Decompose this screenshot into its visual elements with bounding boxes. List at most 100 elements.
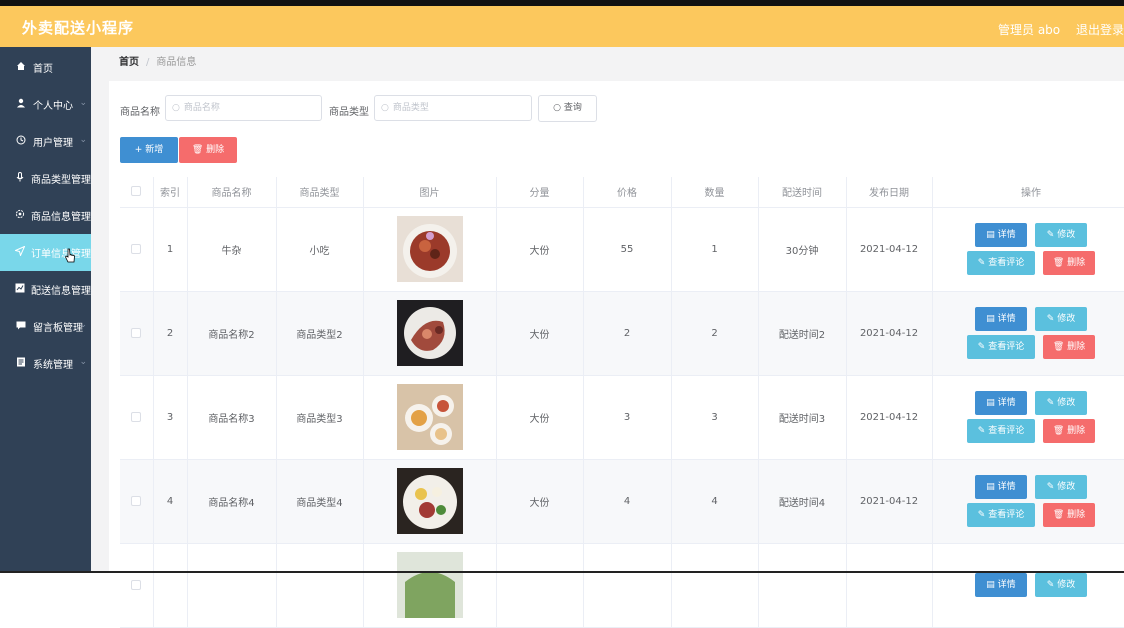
- product-type-input[interactable]: ○ 商品类型: [374, 95, 532, 121]
- logout-link[interactable]: 退出登录: [1076, 23, 1124, 37]
- product-type-label: 商品类型: [329, 107, 369, 118]
- sidebar-item-label: 商品类型管理: [31, 175, 91, 186]
- cell-index: [153, 543, 188, 628]
- document-icon: [15, 357, 27, 370]
- delete-button[interactable]: 🗑 删除: [1043, 335, 1095, 359]
- chart-icon: [15, 283, 25, 296]
- cell-portion: 大份: [496, 375, 584, 460]
- chevron-down-icon: ⌄: [79, 135, 87, 145]
- checkbox[interactable]: [131, 243, 142, 254]
- checkbox[interactable]: [131, 186, 142, 197]
- row-select[interactable]: [120, 459, 154, 544]
- cell-portion: 大份: [496, 459, 584, 544]
- query-button[interactable]: ○ 查询: [538, 95, 597, 122]
- table-row: ▤ 详情 ✎ 修改: [120, 543, 1124, 628]
- checkbox[interactable]: [131, 495, 142, 506]
- header-qty: 数量: [671, 177, 759, 208]
- sidebar-item-products[interactable]: 商品信息管理: [0, 197, 91, 234]
- sidebar-item-label: 留言板管理: [33, 323, 83, 334]
- cell-operations: ▤ 详情 ✎ 修改 ✎ 查看评论 🗑 删除: [932, 375, 1124, 460]
- delete-button[interactable]: 🗑 删除: [1043, 419, 1095, 443]
- mouse-cursor-icon: [65, 248, 75, 263]
- sidebar-item-home[interactable]: 首页: [0, 49, 91, 86]
- pencil-icon: ✎: [977, 258, 989, 268]
- detail-button[interactable]: ▤ 详情: [975, 223, 1027, 247]
- document-icon: ▤: [986, 314, 998, 324]
- sidebar-item-product-types[interactable]: 商品类型管理: [0, 160, 91, 197]
- cell-price: [583, 543, 672, 628]
- search-icon: ○: [172, 103, 180, 113]
- mic-icon: [15, 172, 25, 185]
- delete-button[interactable]: 🗑 删除: [1043, 503, 1095, 527]
- sidebar-item-label: 个人中心: [33, 101, 73, 112]
- table-row: 3 商品名称3 商品类型3 大份 3 3 配送时间3 2021-04-12 ▤ …: [120, 375, 1124, 460]
- pencil-icon: ✎: [1046, 230, 1058, 240]
- view-reviews-button[interactable]: ✎ 查看评论: [967, 251, 1035, 275]
- food-thumbnail[interactable]: [396, 552, 463, 618]
- checkbox[interactable]: [131, 411, 142, 422]
- edit-button[interactable]: ✎ 修改: [1035, 307, 1087, 331]
- review-label: 查看评论: [988, 258, 1025, 268]
- cell-portion: 大份: [496, 291, 584, 376]
- gear-icon: [15, 209, 25, 222]
- message-icon: [15, 320, 27, 333]
- view-reviews-button[interactable]: ✎ 查看评论: [967, 503, 1035, 527]
- row-select[interactable]: [120, 207, 154, 292]
- delete-row-label: 删除: [1067, 510, 1086, 520]
- food-thumbnail[interactable]: [396, 300, 463, 366]
- detail-label: 详情: [997, 314, 1016, 324]
- edit-button[interactable]: ✎ 修改: [1035, 573, 1087, 597]
- document-icon: ▤: [986, 230, 998, 240]
- sidebar-item-label: 商品信息管理: [31, 212, 91, 223]
- edit-button[interactable]: ✎ 修改: [1035, 223, 1087, 247]
- clock-icon: [15, 135, 27, 148]
- product-name-input[interactable]: ○ 商品名称: [165, 95, 322, 121]
- cell-delivery-time: 配送时间3: [758, 375, 847, 460]
- detail-label: 详情: [997, 580, 1016, 590]
- sidebar-item-profile[interactable]: 个人中心 ⌄: [0, 86, 91, 123]
- detail-label: 详情: [997, 398, 1016, 408]
- sidebar-item-delivery[interactable]: 配送信息管理: [0, 271, 91, 308]
- header-delivery-time: 配送时间: [758, 177, 847, 208]
- sidebar-item-messages[interactable]: 留言板管理 ⌄: [0, 308, 91, 345]
- cell-date: [846, 543, 933, 628]
- food-thumbnail[interactable]: [396, 384, 463, 450]
- view-reviews-button[interactable]: ✎ 查看评论: [967, 419, 1035, 443]
- cell-qty: 3: [671, 375, 759, 460]
- header-price: 价格: [583, 177, 672, 208]
- delete-button[interactable]: 🗑 删除: [1043, 251, 1095, 275]
- header-user-area: 管理员 abo 退出登录: [986, 21, 1124, 38]
- add-button[interactable]: + 新增: [120, 137, 178, 163]
- cell-index: 3: [153, 375, 188, 460]
- detail-button[interactable]: ▤ 详情: [975, 573, 1027, 597]
- cell-delivery-time: 配送时间4: [758, 459, 847, 544]
- edit-button[interactable]: ✎ 修改: [1035, 475, 1087, 499]
- checkbox[interactable]: [131, 327, 142, 338]
- header-select-all[interactable]: [120, 177, 154, 208]
- checkbox[interactable]: [131, 579, 142, 590]
- header-date: 发布日期: [846, 177, 933, 208]
- sidebar-item-users[interactable]: 用户管理 ⌄: [0, 123, 91, 160]
- breadcrumb-home[interactable]: 首页: [119, 57, 139, 68]
- detail-button[interactable]: ▤ 详情: [975, 391, 1027, 415]
- product-type-placeholder: 商品类型: [392, 103, 429, 113]
- trash-icon: 🗑: [1052, 426, 1068, 436]
- pencil-icon: ✎: [977, 342, 989, 352]
- table-row: 4 商品名称4 商品类型4 大份 4 4 配送时间4 2021-04-12 ▤ …: [120, 459, 1124, 544]
- batch-delete-button[interactable]: 🗑 删除: [179, 137, 237, 163]
- food-thumbnail[interactable]: [396, 216, 463, 282]
- food-thumbnail[interactable]: [396, 468, 463, 534]
- row-select[interactable]: [120, 543, 154, 628]
- sidebar-item-orders[interactable]: 订单信息管理: [0, 234, 91, 271]
- product-table: 索引 商品名称 商品类型 图片 分量 价格 数量 配送时间 发布日期 操作 1 …: [120, 177, 1124, 628]
- edit-button[interactable]: ✎ 修改: [1035, 391, 1087, 415]
- cell-image: [363, 291, 497, 376]
- detail-button[interactable]: ▤ 详情: [975, 475, 1027, 499]
- detail-button[interactable]: ▤ 详情: [975, 307, 1027, 331]
- pencil-icon: ✎: [1046, 580, 1058, 590]
- search-icon: ○: [553, 103, 564, 113]
- row-select[interactable]: [120, 375, 154, 460]
- row-select[interactable]: [120, 291, 154, 376]
- view-reviews-button[interactable]: ✎ 查看评论: [967, 335, 1035, 359]
- sidebar-item-system[interactable]: 系统管理 ⌄: [0, 345, 91, 382]
